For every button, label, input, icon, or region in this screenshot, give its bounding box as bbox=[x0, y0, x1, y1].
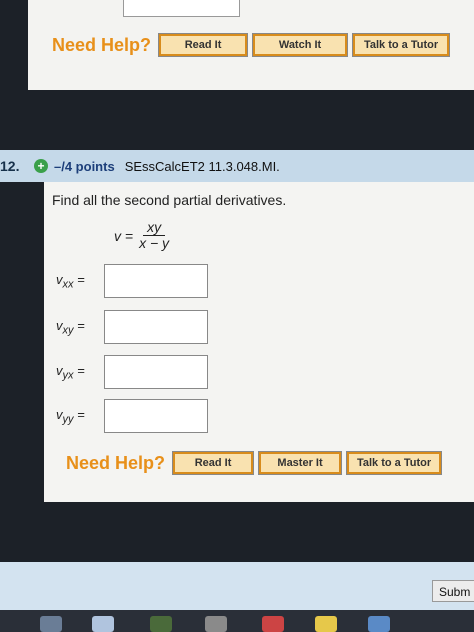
question-body: Find all the second partial derivatives.… bbox=[44, 182, 474, 502]
question-help-row: Need Help? Read It Master It Talk to a T… bbox=[66, 451, 447, 475]
answer-row-vxy: vxy = bbox=[56, 310, 208, 344]
answer-input-vyx[interactable] bbox=[104, 355, 208, 389]
expand-plus-icon[interactable]: + bbox=[34, 159, 48, 173]
previous-answer-box[interactable] bbox=[123, 0, 240, 17]
answer-row-vyy: vyy = bbox=[56, 399, 208, 433]
need-help-label: Need Help? bbox=[52, 34, 152, 55]
master-it-button[interactable]: Master It bbox=[258, 451, 343, 475]
answer-input-vxx[interactable] bbox=[104, 264, 208, 298]
answer-label-vyy: vyy = bbox=[56, 406, 85, 426]
page-gap bbox=[0, 90, 474, 140]
submit-button[interactable]: Subm bbox=[432, 580, 474, 602]
answer-label-vxx: vxx = bbox=[56, 271, 85, 291]
previous-question-card: Need Help? Read It Watch It Talk to a Tu… bbox=[28, 0, 474, 90]
answer-label-vxy: vxy = bbox=[56, 317, 85, 337]
previous-help-row: Need Help? Read It Watch It Talk to a Tu… bbox=[52, 33, 455, 57]
equation: v = xy x − y bbox=[114, 220, 169, 251]
calendar-icon[interactable] bbox=[262, 616, 284, 632]
os-dock bbox=[0, 610, 474, 632]
need-help-label: Need Help? bbox=[66, 452, 166, 473]
app-icon[interactable] bbox=[368, 616, 390, 632]
equation-denominator: x − y bbox=[139, 235, 170, 251]
question-points: –/4 points bbox=[54, 158, 115, 174]
watch-it-button[interactable]: Watch It bbox=[252, 33, 349, 57]
question-id: SEssCalcET2 11.3.048.MI. bbox=[124, 158, 280, 174]
app-icon[interactable] bbox=[205, 616, 227, 632]
answer-input-vxy[interactable] bbox=[104, 310, 208, 344]
read-it-button[interactable]: Read It bbox=[172, 451, 255, 475]
equation-lhs: v = bbox=[114, 227, 134, 244]
answer-row-vyx: vyx = bbox=[56, 355, 208, 389]
answer-row-vxx: vxx = bbox=[56, 264, 208, 298]
question-number: 12. bbox=[0, 158, 20, 174]
app-icon[interactable] bbox=[92, 616, 114, 632]
app-icon[interactable] bbox=[315, 616, 337, 632]
footer-band: Subm bbox=[0, 562, 474, 610]
answer-label-vyx: vyx = bbox=[56, 362, 85, 382]
equation-numerator: xy bbox=[143, 220, 166, 236]
finder-icon[interactable] bbox=[40, 616, 62, 632]
app-icon[interactable] bbox=[150, 616, 172, 632]
equation-fraction: xy x − y bbox=[139, 220, 169, 251]
talk-to-tutor-button[interactable]: Talk to a Tutor bbox=[346, 451, 443, 475]
question-header: 12. + –/4 points SEssCalcET2 11.3.048.MI… bbox=[0, 150, 474, 182]
read-it-button[interactable]: Read It bbox=[158, 33, 249, 57]
question-prompt: Find all the second partial derivatives. bbox=[52, 192, 287, 208]
talk-to-tutor-button[interactable]: Talk to a Tutor bbox=[352, 33, 451, 57]
answer-input-vyy[interactable] bbox=[104, 399, 208, 433]
